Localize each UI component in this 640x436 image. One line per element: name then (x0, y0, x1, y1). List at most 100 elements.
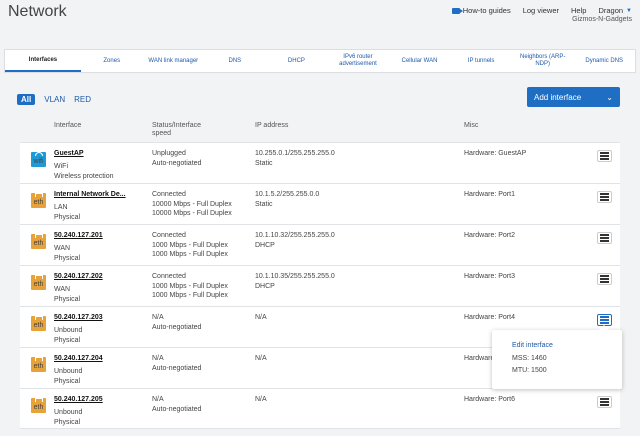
status-line: N/A (152, 396, 164, 403)
status-cell: Connected 10000 Mbps - Full Duplex 10000… (152, 190, 232, 219)
status-cell: Connected 1000 Mbps - Full Duplex 1000 M… (152, 272, 228, 301)
status-line: N/A (152, 314, 164, 321)
row-menu-button[interactable] (597, 273, 612, 285)
interface-type: LAN (54, 204, 68, 211)
interface-type: WAN (54, 245, 71, 252)
column-header-interface: Interface (54, 122, 82, 129)
ethernet-icon: eth (31, 275, 46, 290)
add-interface-button[interactable]: Add interface ⌄ (527, 87, 620, 107)
interface-name-link[interactable]: GuestAP (54, 149, 84, 159)
ethernet-icon: eth (31, 193, 46, 208)
page-header: Network How-to guides Log viewer Help Dr… (0, 0, 640, 48)
status-cell: Unplugged Auto-negotiated (152, 149, 201, 168)
ip-address: 10.1.5.2/255.255.0.0 (255, 191, 320, 198)
table-row: eth Internal Network De... LAN Physical … (20, 183, 620, 224)
ip-mode: DHCP (255, 241, 275, 249)
ip-mode: DHCP (255, 282, 275, 290)
log-viewer-link[interactable]: Log viewer (523, 6, 559, 15)
tab-ip-tunnels[interactable]: IP tunnels (450, 50, 512, 72)
tab-wan-link-manager[interactable]: WAN link manager (143, 50, 205, 72)
interface-cell: 50.240.127.204 Unbound Physical (54, 354, 103, 386)
misc-cell: Hardware: Port2 (464, 232, 515, 239)
how-to-guides-link[interactable]: How-to guides (451, 6, 511, 15)
ip-cell: 10.255.0.1/255.255.255.0 Static (255, 149, 335, 168)
wifi-icon: wifi (31, 152, 46, 167)
ip-cell: N/A (255, 395, 267, 405)
ip-mode: Static (255, 159, 273, 167)
ethernet-icon: eth (31, 357, 46, 372)
user-menu[interactable]: Dragon ▼ (598, 6, 632, 15)
caret-down-icon: ▼ (626, 7, 632, 14)
status-cell: N/A Auto-negotiated (152, 395, 201, 414)
interface-subtype: Physical (54, 336, 81, 344)
interface-name-link[interactable]: 50.240.127.202 (54, 272, 103, 282)
interface-name-link[interactable]: 50.240.127.205 (54, 395, 103, 405)
tab-neighbors[interactable]: Neighbors (ARP-NDP) (512, 50, 574, 72)
status-line: Connected (152, 191, 186, 198)
interface-cell: GuestAP WiFi Wireless protection (54, 149, 114, 181)
row-menu-button[interactable] (597, 150, 612, 162)
interface-cell: 50.240.127.205 Unbound Physical (54, 395, 103, 427)
ip-address: N/A (255, 396, 267, 403)
status-line: Auto-negotiated (152, 323, 202, 331)
interface-subtype: Physical (54, 377, 81, 385)
ip-address: 10.1.10.32/255.255.255.0 (255, 232, 335, 239)
status-line: 1000 Mbps - Full Duplex (152, 292, 228, 299)
video-camera-icon (451, 7, 463, 14)
tab-ipv6-router-advertisement[interactable]: IPv6 router advertisement (327, 50, 389, 72)
ip-address: 10.255.0.1/255.255.255.0 (255, 150, 335, 157)
table-row: eth 50.240.127.202 WAN Physical Connecte… (20, 265, 620, 306)
interface-subtype: Physical (54, 418, 81, 426)
interface-name-link[interactable]: 50.240.127.204 (54, 354, 103, 364)
interface-cell: 50.240.127.201 WAN Physical (54, 231, 103, 263)
ip-cell: N/A (255, 313, 267, 323)
table-row: eth 50.240.127.205 Unbound Physical N/A … (20, 388, 620, 429)
ip-address: N/A (255, 355, 267, 362)
row-menu-button[interactable] (597, 396, 612, 408)
filter-vlan[interactable]: VLAN (44, 95, 65, 104)
tab-bar: Interfaces Zones WAN link manager DNS DH… (4, 49, 636, 73)
interface-type: WiFi (54, 163, 68, 170)
interface-type: Unbound (54, 327, 83, 334)
misc-cell: Hardware: GuestAP (464, 150, 527, 157)
edit-interface-link[interactable]: Edit interface (512, 342, 622, 349)
chevron-down-icon: ⌄ (606, 92, 613, 102)
status-line: Auto-negotiated (152, 405, 202, 413)
interface-name-link[interactable]: 50.240.127.201 (54, 231, 103, 241)
tab-zones[interactable]: Zones (81, 50, 143, 72)
ip-address: N/A (255, 314, 267, 321)
status-line: Connected (152, 273, 186, 280)
tab-interfaces[interactable]: Interfaces (5, 50, 81, 72)
column-header-misc: Misc (464, 122, 479, 129)
ethernet-icon: eth (31, 316, 46, 331)
help-link[interactable]: Help (571, 6, 586, 15)
column-header-status: Status/Interface speed (152, 122, 202, 138)
tab-dynamic-dns[interactable]: Dynamic DNS (573, 50, 635, 72)
interface-type: Unbound (54, 368, 83, 375)
tab-dns[interactable]: DNS (204, 50, 266, 72)
tab-cellular-wan[interactable]: Cellular WAN (389, 50, 451, 72)
interface-name-link[interactable]: 50.240.127.203 (54, 313, 103, 323)
misc-cell: Hardware: Port6 (464, 396, 515, 403)
how-to-guides-label: How-to guides (462, 6, 511, 15)
filter-all[interactable]: All (17, 94, 36, 105)
interface-cell: Internal Network De... LAN Physical (54, 190, 126, 222)
column-header-ip: IP address (255, 122, 289, 129)
filter-red[interactable]: RED (74, 95, 91, 104)
tab-dhcp[interactable]: DHCP (266, 50, 328, 72)
row-action-popup: Edit interface MSS: 1460 MTU: 1500 (492, 325, 622, 389)
status-line: Auto-negotiated (152, 159, 202, 167)
mss-value: MSS: 1460 (512, 355, 547, 362)
ip-cell: 10.1.10.32/255.255.255.0 DHCP (255, 231, 335, 250)
organization-name: Gizmos-N-Gadgets (572, 16, 632, 23)
status-line: 10000 Mbps - Full Duplex (152, 200, 232, 208)
interface-name-link[interactable]: Internal Network De... (54, 190, 126, 200)
row-menu-button[interactable] (597, 232, 612, 244)
ip-cell: N/A (255, 354, 267, 364)
interface-subtype: Physical (54, 254, 81, 262)
ip-address: 10.1.10.35/255.255.255.0 (255, 273, 335, 280)
mtu-value: MTU: 1500 (512, 367, 547, 374)
row-menu-button[interactable] (597, 191, 612, 203)
top-links: How-to guides Log viewer Help Dragon ▼ (451, 6, 632, 15)
status-line: 10000 Mbps - Full Duplex (152, 210, 232, 217)
